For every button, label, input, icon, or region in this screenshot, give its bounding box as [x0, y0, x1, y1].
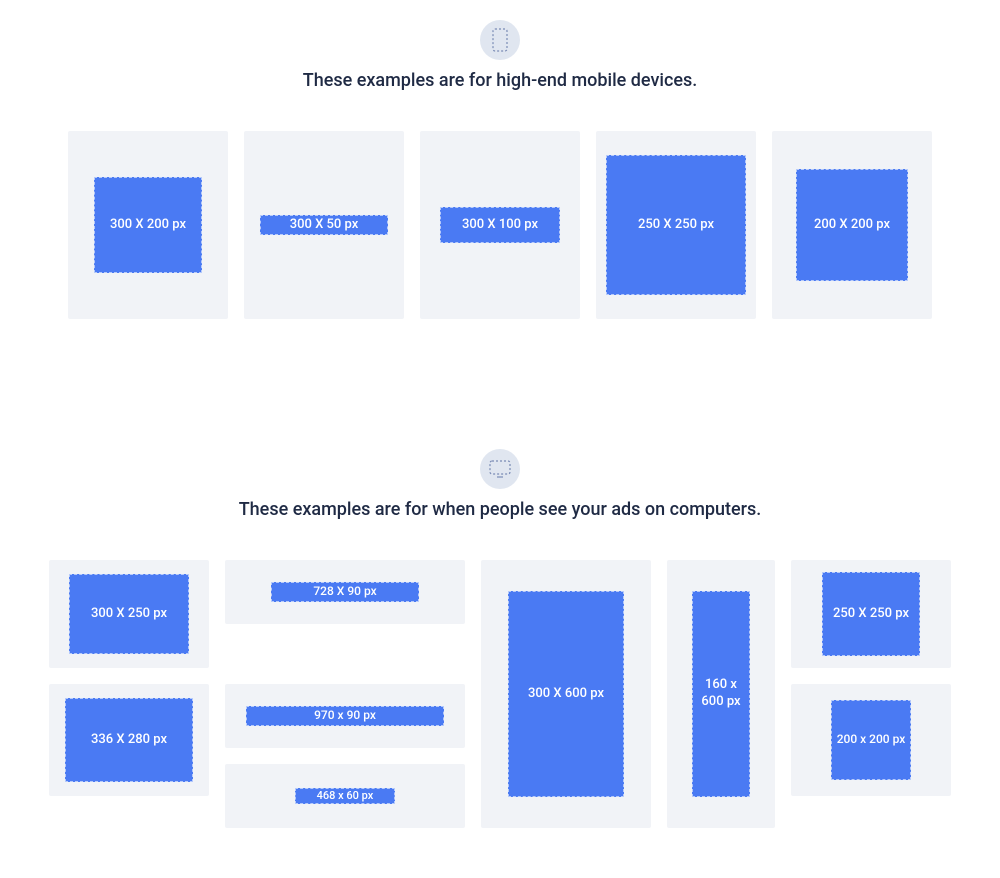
monitor-icon [480, 449, 520, 489]
ad-size-box: 970 x 90 px [246, 706, 444, 726]
ad-size-box: 300 X 100 px [440, 207, 560, 243]
ad-size-box: 200 X 200 px [796, 169, 908, 281]
ad-size-box: 300 X 50 px [260, 215, 388, 235]
mobile-examples-row: 300 X 200 px 300 X 50 px 300 X 100 px 25… [0, 131, 1000, 319]
desktop-frame: 250 X 250 px [791, 560, 951, 668]
mobile-frame: 300 X 200 px [68, 131, 228, 319]
mobile-frame: 250 X 250 px [596, 131, 756, 319]
ad-size-box: 336 X 280 px [65, 698, 193, 782]
ad-size-box: 468 x 60 px [295, 788, 395, 804]
desktop-frame: 728 X 90 px [225, 560, 465, 624]
ad-size-box: 160 x 600 px [692, 591, 750, 797]
desktop-section: These examples are for when people see y… [0, 449, 1000, 828]
ad-size-box: 300 X 250 px [69, 574, 189, 654]
ad-size-box: 300 X 600 px [508, 591, 624, 797]
mobile-frame: 200 X 200 px [772, 131, 932, 319]
mobile-frame: 300 X 100 px [420, 131, 580, 319]
ad-size-box: 728 X 90 px [271, 582, 419, 602]
section-spacer [0, 319, 1000, 449]
mobile-device-icon [480, 20, 520, 60]
ad-size-box: 300 X 200 px [94, 177, 202, 273]
mobile-heading: These examples are for high-end mobile d… [0, 70, 1000, 91]
desktop-frame: 200 x 200 px [791, 684, 951, 796]
desktop-examples-grid: 300 X 250 px 336 X 280 px 728 X 90 px 97… [0, 560, 1000, 828]
desktop-frame: 300 X 250 px [49, 560, 209, 668]
desktop-frame: 336 X 280 px [49, 684, 209, 796]
ad-size-box: 250 X 250 px [606, 155, 746, 295]
ad-size-box: 250 X 250 px [822, 572, 920, 656]
ad-size-box: 200 x 200 px [831, 700, 911, 780]
desktop-frame: 970 x 90 px [225, 684, 465, 748]
desktop-frame: 468 x 60 px [225, 764, 465, 828]
desktop-frame: 160 x 600 px [667, 560, 775, 828]
desktop-frame: 300 X 600 px [481, 560, 651, 828]
mobile-section: These examples are for high-end mobile d… [0, 20, 1000, 319]
mobile-frame: 300 X 50 px [244, 131, 404, 319]
desktop-heading: These examples are for when people see y… [0, 499, 1000, 520]
